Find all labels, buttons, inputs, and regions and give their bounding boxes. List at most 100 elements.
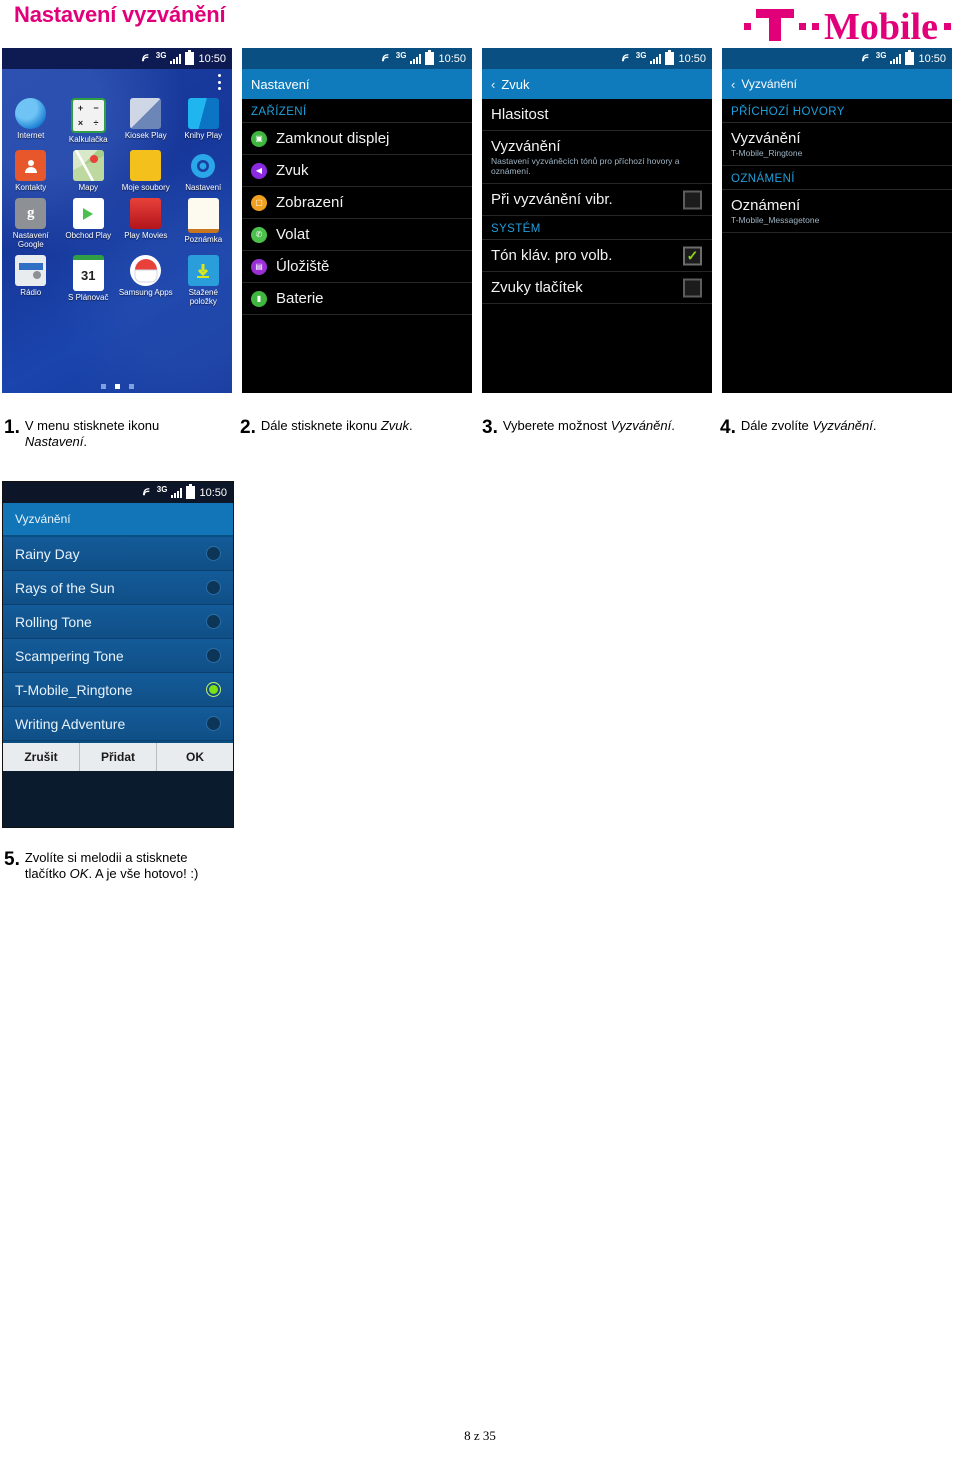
status-bar-time: 10:50 — [678, 52, 706, 65]
row-label: Zobrazení — [276, 194, 344, 211]
maps-icon — [72, 150, 104, 181]
step-text-post: . — [408, 418, 413, 433]
row-label: Hlasitost — [491, 106, 549, 123]
page-dot-active[interactable] — [114, 384, 120, 389]
option-label: Rainy Day — [15, 545, 80, 562]
status-bar-time: 10:50 — [199, 486, 227, 499]
touch-sounds-checkbox[interactable] — [683, 278, 702, 297]
back-chevron-icon[interactable]: ‹ — [731, 77, 735, 92]
app-nastaveni-google[interactable]: g Nastavení Google — [2, 195, 60, 249]
sound-row-hlasitost[interactable]: Hlasitost — [482, 99, 712, 131]
radio-button[interactable] — [206, 614, 221, 629]
step-text: Vyberete možnost Vyzvánění. — [503, 418, 675, 434]
ringtone-header[interactable]: ‹ Vyzvánění — [722, 69, 952, 99]
step-number: 2. — [240, 417, 256, 438]
app-mapy[interactable]: Mapy — [60, 147, 118, 192]
settings-row-ulouziste[interactable]: ▤ Úložiště — [242, 251, 472, 283]
calendar-icon: 31 — [72, 255, 104, 291]
ringtone-row-vyzvaneni[interactable]: Vyzvánění T-Mobile_Ringtone — [722, 123, 952, 166]
status-bar-time: 10:50 — [438, 52, 466, 65]
settings-row-baterie[interactable]: ▮ Baterie — [242, 283, 472, 315]
app-moje-soubory[interactable]: Moje soubory — [117, 147, 175, 192]
row-label: Volat — [276, 226, 310, 243]
app-play-movies[interactable]: Play Movies — [117, 195, 175, 249]
status-bar: 3G 10:50 — [722, 48, 952, 69]
option-label: T-Mobile_Ringtone — [15, 681, 133, 698]
step-text-post: . — [83, 434, 88, 449]
settings-row-zobrazeni[interactable]: ▢ Zobrazení — [242, 187, 472, 219]
nfc-icon — [141, 52, 152, 66]
row-label: Baterie — [276, 290, 324, 307]
radio-button[interactable] — [206, 580, 221, 595]
downloads-icon — [187, 255, 219, 286]
ringtone-option-rolling-tone[interactable]: Rolling Tone — [3, 605, 233, 639]
ok-button[interactable]: OK — [157, 743, 233, 771]
ringtone-settings-screen: ‹ Vyzvánění PŘÍCHOZÍ HOVORY Vyzvánění T-… — [722, 69, 952, 393]
overflow-menu-icon[interactable] — [218, 74, 222, 90]
ringtone-option-rays-of-the-sun[interactable]: Rays of the Sun — [3, 571, 233, 605]
app-s-planovac[interactable]: 31 S Plánovač — [60, 252, 118, 306]
step-text: Dále zvolíte Vyzvánění. — [741, 418, 877, 434]
step-text: V menu stisknete ikonu Nastavení. — [25, 418, 224, 450]
screenshot-ringtone-settings: 3G 10:50 ‹ Vyzvánění PŘÍCHOZÍ HOVORY Vyz… — [722, 48, 952, 393]
screenshot-settings: 3G 10:50 Nastavení ZAŘÍZENÍ ▣ Zamknout d… — [242, 48, 472, 393]
screenshot-sound-settings: 3G 10:50 ‹ Zvuk Hlasitost Vyzvánění Nast… — [482, 48, 712, 393]
ringtone-row-oznameni[interactable]: Oznámení T-Mobile_Messagetone — [722, 190, 952, 233]
ringtone-option-writing-adventure[interactable]: Writing Adventure — [3, 707, 233, 741]
app-samsung-apps[interactable]: Samsung Apps — [117, 252, 175, 306]
row-subtitle: T-Mobile_Messagetone — [731, 215, 820, 225]
app-internet[interactable]: Internet — [2, 95, 60, 144]
app-kontakty[interactable]: Kontakty — [2, 147, 60, 192]
ringtone-option-scampering-tone[interactable]: Scampering Tone — [3, 639, 233, 673]
signal-bars-icon — [410, 53, 422, 64]
status-bar: 3G 10:50 — [3, 482, 233, 503]
sound-row-ton-klavesnice[interactable]: Tón kláv. pro volb. — [482, 240, 712, 272]
page-dot[interactable] — [128, 384, 134, 389]
row-label: Oznámení — [731, 197, 801, 214]
app-label: Nastavení — [185, 183, 222, 192]
network-type-label: 3G — [155, 50, 167, 60]
sound-row-vyzvaneni[interactable]: Vyzvánění Nastavení vyzváněcích tónů pro… — [482, 131, 712, 184]
radio-button[interactable] — [206, 716, 221, 731]
status-bar-time: 10:50 — [918, 52, 946, 65]
app-kiosek-play[interactable]: Kiosek Play — [117, 95, 175, 144]
app-nastaveni[interactable]: Nastavení — [175, 147, 233, 192]
nfc-icon — [621, 52, 632, 66]
app-stazene-polozky[interactable]: Stažené položky — [175, 252, 233, 306]
add-button[interactable]: Přidat — [80, 743, 157, 771]
sound-header[interactable]: ‹ Zvuk — [482, 69, 712, 99]
nfc-icon — [861, 52, 872, 66]
cancel-button[interactable]: Zrušit — [3, 743, 80, 771]
vibrate-checkbox[interactable] — [683, 190, 702, 209]
settings-row-zamknout-displej[interactable]: ▣ Zamknout displej — [242, 123, 472, 155]
battery-icon — [665, 50, 675, 65]
app-knihy-play[interactable]: Knihy Play — [175, 95, 233, 144]
section-prichozi-hovory: PŘÍCHOZÍ HOVORY — [722, 99, 952, 123]
play-books-icon — [187, 98, 219, 129]
app-poznamka[interactable]: Poznámka — [175, 195, 233, 249]
page-dot[interactable] — [100, 384, 106, 389]
dial-tone-checkbox[interactable] — [683, 246, 702, 265]
sound-speaker-icon: ◀ — [251, 162, 267, 179]
app-obchod-play[interactable]: Obchod Play — [60, 195, 118, 249]
sound-row-vibrace[interactable]: Při vyzvánění vibr. — [482, 184, 712, 216]
dialog-title: Vyzvánění — [3, 503, 233, 537]
ringtone-option-rainy-day[interactable]: Rainy Day — [3, 537, 233, 571]
sound-row-zvuky-tlacitek[interactable]: Zvuky tlačítek — [482, 272, 712, 304]
settings-row-zvuk[interactable]: ◀ Zvuk — [242, 155, 472, 187]
display-icon: ▢ — [251, 194, 267, 211]
step-text-post: . — [872, 418, 877, 433]
radio-button[interactable] — [206, 648, 221, 663]
step-text-pre: Dále stisknete ikonu — [260, 418, 381, 433]
app-label: Nastavení Google — [12, 231, 49, 249]
settings-row-volat[interactable]: ✆ Volat — [242, 219, 472, 251]
ringtone-option-t-mobile-ringtone[interactable]: T-Mobile_Ringtone — [3, 673, 233, 707]
screenshot-ringtone-picker: 3G 10:50 Vyzvánění Rainy Day Rays of the… — [2, 481, 234, 828]
app-kalkulacka[interactable]: + − × ÷ Kalkulačka — [60, 95, 118, 144]
app-radio[interactable]: Rádio — [2, 252, 60, 306]
back-chevron-icon[interactable]: ‹ — [491, 77, 495, 92]
radio-button[interactable] — [206, 546, 221, 561]
storage-icon: ▤ — [251, 258, 267, 275]
row-subtitle: T-Mobile_Ringtone — [731, 148, 803, 158]
radio-button-selected[interactable] — [206, 682, 221, 697]
